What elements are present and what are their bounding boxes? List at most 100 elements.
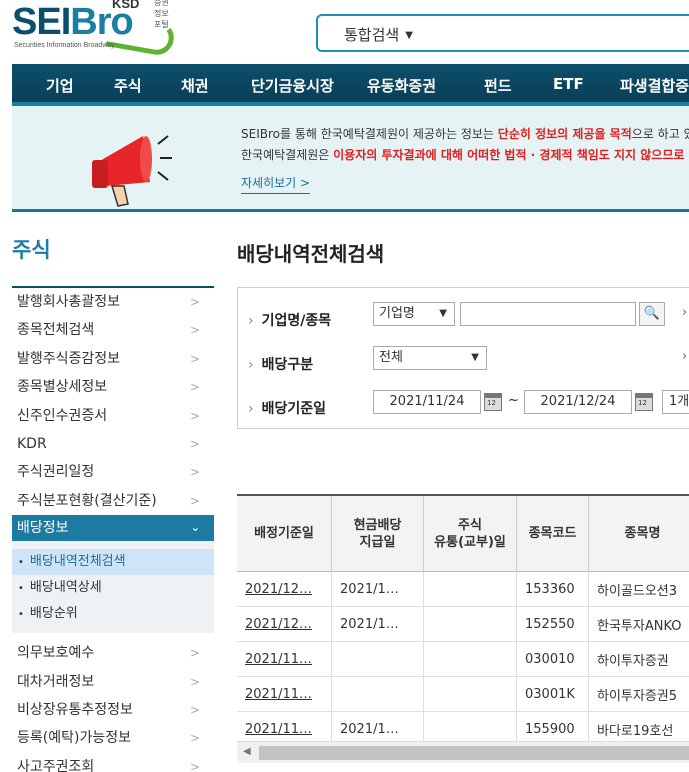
date-range-separator: ~ (508, 393, 519, 408)
cash-pay-date: 2021/1… (332, 607, 424, 641)
filter-row-date: 배당기준일 2021/11/24 ~ 2021/12/24 1개 (238, 384, 689, 430)
record-date-link[interactable]: 2021/12… (237, 572, 332, 606)
search-icon[interactable]: 🔍 (639, 302, 665, 326)
stock-code: 030010 (517, 642, 589, 676)
stock-code: 152550 (517, 607, 589, 641)
stock-code: 153360 (517, 572, 589, 606)
chevron-right-icon: › (682, 305, 688, 320)
nav-bond[interactable]: 채권 (181, 75, 209, 96)
stock-issue-date (424, 607, 517, 641)
sidebar-title: 주식 (12, 238, 51, 262)
notice-line-1: SEIBro를 통해 한국예탁결제원이 제공하는 정보는 단순히 정보의 제공을… (241, 127, 689, 141)
sidebar-item-lending[interactable]: 대차거래정보 > (12, 668, 214, 696)
sidebar-sub-dividend-search[interactable]: 배당내역전체검색 (12, 549, 214, 576)
sidebar-item-rights-certificate[interactable]: 신주인수권증서 > (12, 402, 214, 430)
chevron-right-icon: > (189, 759, 200, 772)
record-date-link[interactable]: 2021/12… (237, 607, 332, 641)
chevron-right-icon: > (189, 295, 200, 309)
col-stock-code[interactable]: 종목코드 (517, 496, 589, 571)
sidebar-item-unlisted[interactable]: 비상장유통추정정보 > (12, 696, 214, 724)
table-row[interactable]: 2021/11… 03001K 하이투자증권5 (237, 677, 689, 712)
chevron-down-icon: ⌄ (190, 521, 200, 535)
table-row[interactable]: 2021/12… 2021/1… 153360 하이골드오션3 (237, 572, 689, 607)
results-table: 배정기준일 현금배당 지급일 주식 유통(교부)일 종목코드 종목명 2021/… (237, 494, 689, 747)
company-type-select[interactable]: 기업명 ▼ (373, 302, 455, 326)
stock-issue-date (424, 572, 517, 606)
scrollbar-thumb[interactable] (259, 746, 689, 760)
stock-name: 하이골드오션3 (589, 572, 689, 606)
calendar-icon[interactable] (635, 393, 653, 411)
chevron-right-icon: > (189, 380, 200, 395)
sidebar-item-depository[interactable]: 등록(예탁)가능정보 > (12, 724, 214, 752)
chevron-right-icon: › (682, 349, 688, 364)
cash-pay-date: 2021/1… (332, 572, 424, 606)
nav-etf[interactable]: ETF (553, 75, 584, 93)
chevron-right-icon: > (189, 674, 200, 689)
sidebar-item-distribution[interactable]: 주식분포현황(결산기준) > (12, 487, 214, 515)
sidebar-item-lockup[interactable]: 의무보호예수 > (12, 639, 214, 667)
table-row[interactable]: 2021/11… 030010 하이투자증권 (237, 642, 689, 677)
company-input[interactable] (460, 302, 636, 326)
cash-pay-date (332, 642, 424, 676)
date-to-input[interactable]: 2021/12/24 (524, 390, 632, 414)
sidebar-item-rights-schedule[interactable]: 주식권리일정 > (12, 458, 214, 486)
chevron-right-icon: > (189, 323, 200, 338)
nav-money-market[interactable]: 단기금융시장 (251, 75, 334, 96)
chevron-right-icon: > (189, 408, 200, 423)
date-from-input[interactable]: 2021/11/24 (373, 390, 481, 414)
dividend-type-label: 배당구분 (248, 354, 314, 374)
megaphone-icon (92, 135, 172, 207)
filter-row-dividend-type: 배당구분 전체▼ › (238, 340, 689, 386)
global-search-box[interactable]: 통합검색 ▼ (316, 14, 689, 52)
search-scope-select[interactable]: 통합검색 ▼ (344, 24, 413, 45)
seibro-logo[interactable]: KSD 증권정보포털 SEIBro Securities Information… (12, 0, 177, 58)
chevron-down-icon: ▼ (471, 352, 479, 363)
sidebar-submenu: 배당내역전체검색 배당내역상세 배당순위 (12, 541, 214, 634)
scroll-left-icon[interactable]: ◀ (243, 746, 251, 757)
calendar-icon[interactable] (484, 393, 502, 411)
nav-securitized[interactable]: 유동화증권 (367, 75, 436, 96)
sidebar-sub-dividend-detail[interactable]: 배당내역상세 (12, 575, 214, 601)
table-header: 배정기준일 현금배당 지급일 주식 유통(교부)일 종목코드 종목명 (237, 496, 689, 572)
col-stock-name[interactable]: 종목명 (589, 496, 689, 571)
chevron-down-icon: ▼ (439, 308, 447, 319)
sidebar-item-kdr[interactable]: KDR > (12, 430, 214, 458)
table-horizontal-scrollbar[interactable]: ◀ (237, 741, 689, 763)
col-stock-issue-date[interactable]: 주식 유통(교부)일 (424, 496, 517, 571)
stock-name: 하이투자증권 (589, 642, 689, 676)
page-title: 배당내역전체검색 (237, 242, 385, 266)
sidebar-item-dividend-info[interactable]: 배당정보 ⌄ (12, 515, 214, 542)
period-button[interactable]: 1개 (662, 390, 689, 414)
record-date-link[interactable]: 2021/11… (237, 677, 332, 711)
stock-code: 03001K (517, 677, 589, 711)
sidebar-item-stock-detail[interactable]: 종목별상세정보 > (12, 373, 214, 401)
stock-issue-date (424, 677, 517, 711)
nav-derivative[interactable]: 파생결합증 (620, 75, 689, 96)
nav-stock[interactable]: 주식 (114, 75, 142, 96)
nav-fund[interactable]: 펀드 (484, 75, 512, 96)
chevron-right-icon: > (189, 493, 200, 508)
table-row[interactable]: 2021/12… 2021/1… 152550 한국투자ANKO (237, 607, 689, 642)
record-date-link[interactable]: 2021/11… (237, 642, 332, 676)
main-nav: 기업 주식 채권 단기금융시장 유동화증권 펀드 ETF 파생결합증 (12, 64, 689, 106)
sidebar-item-share-change[interactable]: 발행주식증감정보 > (12, 345, 214, 373)
chevron-right-icon: > (189, 465, 200, 480)
nav-company[interactable]: 기업 (46, 75, 74, 96)
sidebar-item-issuer-summary[interactable]: 발행회사총괄정보 > (12, 288, 214, 316)
sidebar-menu: 발행회사총괄정보 > 종목전체검색 > 발행주식증감정보 > 종목별상세정보 > 신주인… (12, 288, 214, 772)
chevron-right-icon: > (189, 351, 200, 366)
notice-more-link[interactable]: 자세히보기 > (241, 174, 311, 194)
stock-name: 한국투자ANKO (589, 607, 689, 641)
sidebar-sub-dividend-rank[interactable]: 배당순위 (12, 601, 214, 627)
chevron-right-icon: > (189, 646, 200, 661)
dividend-type-select[interactable]: 전체 ▼ (373, 346, 487, 370)
chevron-right-icon: > (189, 436, 200, 451)
sidebar-item-all-stock-search[interactable]: 종목전체검색 > (12, 316, 214, 344)
company-label: 기업명/종목 (248, 310, 332, 330)
chevron-right-icon: > (189, 731, 200, 746)
col-cash-pay-date[interactable]: 현금배당 지급일 (332, 496, 424, 571)
logo-tagline: Securities Information Broadway (14, 42, 115, 49)
sidebar-item-lost-certificate[interactable]: 사고주권조회 > (12, 753, 214, 772)
col-record-date[interactable]: 배정기준일 (237, 496, 332, 571)
cash-pay-date (332, 677, 424, 711)
